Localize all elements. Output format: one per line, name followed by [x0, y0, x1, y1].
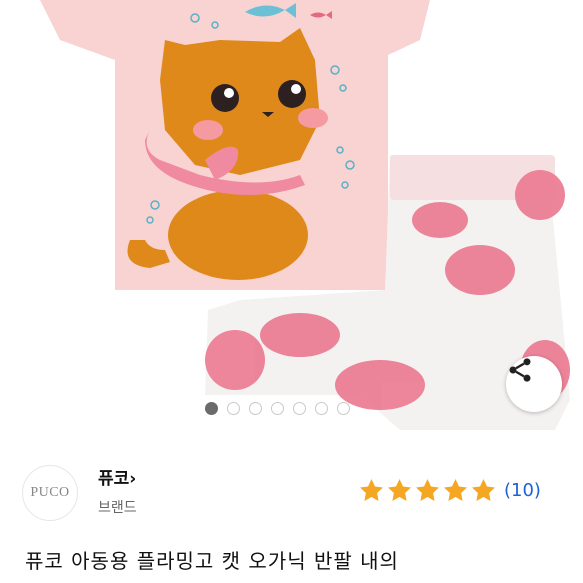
gallery-pagination [205, 402, 350, 415]
pagination-dot[interactable] [271, 402, 284, 415]
star-icon [416, 479, 439, 501]
pagination-dot-active[interactable] [205, 402, 218, 415]
brand-row: PUCO 퓨코› 브랜드 (10) [0, 450, 583, 530]
review-count[interactable]: (10) [504, 480, 541, 501]
brand-subtitle: 브랜드 [98, 500, 137, 516]
brand-link[interactable]: 퓨코› [98, 464, 136, 489]
chevron-right-icon: › [129, 469, 137, 489]
star-icon [388, 479, 411, 501]
pagination-dot[interactable] [249, 402, 262, 415]
pagination-dot[interactable] [293, 402, 306, 415]
product-title: 퓨코 아동용 플라밍고 캣 오가닉 반팔 내의 [25, 549, 399, 573]
star-icon [472, 479, 495, 501]
rating[interactable]: (10) [358, 477, 541, 504]
product-photo [40, 0, 570, 430]
brand-logo-text: PUCO [30, 485, 70, 500]
pagination-dot[interactable] [337, 402, 350, 415]
star-icon [360, 479, 383, 501]
share-button[interactable] [506, 356, 562, 412]
pagination-dot[interactable] [227, 402, 240, 415]
brand-name: 퓨코 [98, 469, 130, 489]
product-image[interactable] [0, 0, 583, 430]
share-icon [509, 358, 531, 382]
star-icon [444, 479, 467, 501]
brand-logo[interactable]: PUCO [22, 465, 78, 521]
pagination-dot[interactable] [315, 402, 328, 415]
